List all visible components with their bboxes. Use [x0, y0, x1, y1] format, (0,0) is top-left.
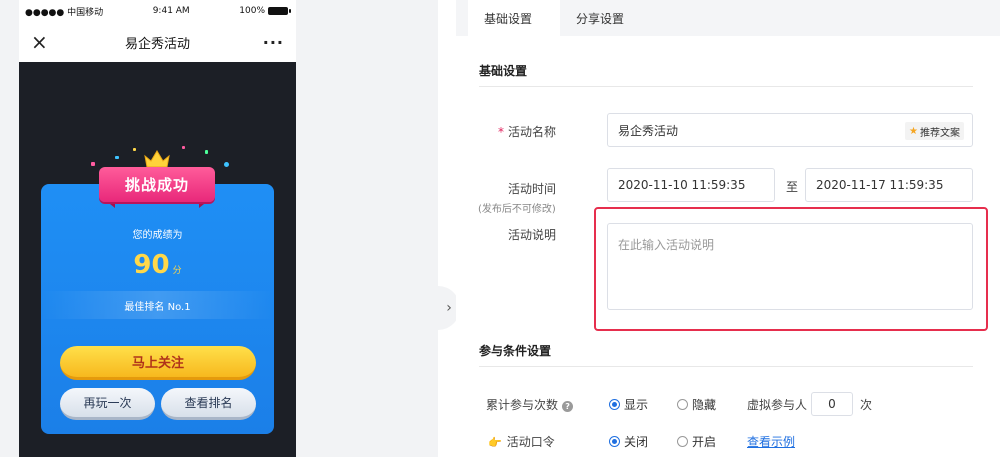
tab-share-settings[interactable]: 分享设置 — [560, 0, 652, 36]
confetti-decoration — [115, 156, 119, 159]
game-result-screen: 挑战成功 您的成绩为 90 分 最佳排名 No.1 马上关注 再玩一次 查看排名 — [19, 62, 296, 457]
recommend-copy-button[interactable]: ★ 推荐文案 — [905, 122, 964, 140]
radio-checked-icon — [609, 399, 620, 410]
result-card: 您的成绩为 90 分 最佳排名 No.1 马上关注 再玩一次 查看排名 — [41, 184, 274, 434]
end-time-value: 2020-11-17 11:59:35 — [816, 178, 944, 192]
best-rank: 最佳排名 No.1 — [41, 291, 274, 319]
start-time-input[interactable]: 2020-11-10 11:59:35 — [607, 168, 775, 202]
phone-preview: ●●●●● 中国移动 9:41 AM 100% × 易企秀活动 ··· 挑战成功 — [19, 0, 296, 457]
confetti-decoration — [205, 150, 208, 154]
score-value: 90 分 — [41, 250, 274, 280]
view-ranking-button[interactable]: 查看排名 — [161, 388, 256, 420]
score-label: 您的成绩为 — [132, 230, 183, 241]
status-time: 9:41 AM — [152, 6, 190, 16]
recommend-copy-label: 推荐文案 — [920, 127, 960, 139]
radio-off[interactable]: 关闭 — [609, 433, 648, 450]
virtual-participants-input[interactable]: 0 — [811, 392, 853, 416]
phone-navbar: × 易企秀活动 ··· — [19, 22, 296, 62]
activity-desc-label: 活动说明 — [507, 228, 556, 242]
chevron-right-icon: › — [446, 300, 452, 316]
section-title-basic: 基础设置 — [479, 64, 528, 78]
success-banner: 挑战成功 — [99, 167, 215, 202]
activity-name-value: 易企秀活动 — [618, 123, 679, 138]
confetti-decoration — [224, 162, 229, 167]
tab-basic-settings[interactable]: 基础设置 — [468, 0, 561, 36]
status-bar: ●●●●● 中国移动 9:41 AM 100% — [19, 0, 296, 22]
virtual-participants-label: 虚拟参与人 — [747, 398, 808, 412]
settings-tabs: 基础设置 分享设置 — [456, 0, 1000, 36]
start-time-value: 2020-11-10 11:59:35 — [618, 178, 746, 192]
radio-unchecked-icon — [677, 436, 688, 447]
nav-title: 易企秀活动 — [124, 36, 190, 52]
activity-time-note: (发布后不可修改) — [478, 204, 556, 215]
section-title-conditions: 参与条件设置 — [479, 344, 552, 358]
activity-name-input[interactable]: 易企秀活动 ★ 推荐文案 — [607, 113, 973, 147]
battery-icon — [268, 6, 291, 15]
participation-count-label: 累计参与次数? — [486, 396, 574, 413]
more-icon[interactable]: ··· — [260, 33, 284, 52]
battery-status: 100% — [239, 6, 291, 16]
pointing-hand-icon: 👉 — [488, 436, 502, 449]
participation-count-text: 累计参与次数 — [486, 398, 559, 412]
end-time-input[interactable]: 2020-11-17 11:59:35 — [805, 168, 973, 202]
preview-panel: ●●●●● 中国移动 9:41 AM 100% × 易企秀活动 ··· 挑战成功 — [0, 0, 438, 457]
confetti-decoration — [182, 146, 185, 149]
radio-show[interactable]: 显示 — [609, 396, 648, 413]
follow-button[interactable]: 马上关注 — [60, 346, 256, 380]
divider — [479, 86, 973, 87]
score-unit: 分 — [172, 266, 182, 276]
radio-unchecked-icon — [677, 399, 688, 410]
close-icon[interactable]: × — [31, 30, 55, 54]
radio-hide[interactable]: 隐藏 — [677, 396, 716, 413]
replay-button[interactable]: 再玩一次 — [60, 388, 155, 420]
crown-icon — [144, 150, 170, 168]
activity-password-text: 活动口令 — [506, 435, 555, 449]
radio-off-label: 关闭 — [624, 435, 649, 449]
confetti-decoration — [91, 162, 95, 166]
virtual-participants-value: 0 — [828, 397, 836, 411]
divider — [479, 366, 973, 367]
radio-show-label: 显示 — [624, 398, 649, 412]
view-example-link[interactable]: 查看示例 — [747, 433, 795, 450]
time-range-separator: 至 — [786, 180, 799, 194]
radio-on[interactable]: 开启 — [677, 433, 716, 450]
required-mark: * — [497, 125, 504, 139]
activity-name-label-text: 活动名称 — [507, 125, 556, 139]
activity-desc-placeholder: 在此输入活动说明 — [618, 238, 715, 252]
carrier-text: ●●●●● 中国移动 — [25, 7, 104, 18]
times-unit: 次 — [860, 398, 873, 412]
activity-time-label: 活动时间 — [507, 182, 556, 196]
radio-on-label: 开启 — [692, 435, 717, 449]
star-icon: ★ — [909, 125, 918, 137]
score-number: 90 — [133, 250, 170, 280]
settings-panel: 基础设置 分享设置 基础设置 * 活动名称 易企秀活动 ★ 推荐文案 活动时间 (发… — [456, 0, 1000, 457]
confetti-decoration — [133, 148, 136, 151]
help-icon[interactable]: ? — [562, 401, 574, 412]
activity-password-label: 👉 活动口令 — [488, 433, 555, 450]
activity-desc-textarea[interactable]: 在此输入活动说明 — [607, 223, 973, 310]
activity-name-label: * 活动名称 — [496, 123, 556, 140]
radio-checked-icon — [609, 436, 620, 447]
battery-text: 100% — [239, 6, 265, 16]
radio-hide-label: 隐藏 — [692, 398, 717, 412]
